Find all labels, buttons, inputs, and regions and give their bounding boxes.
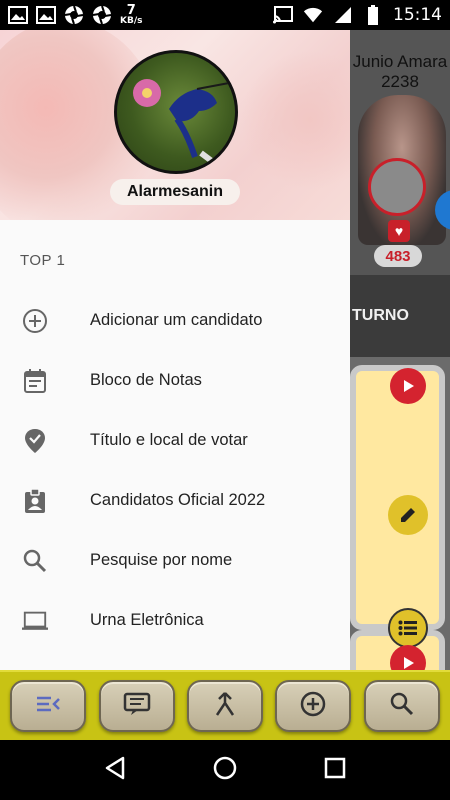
- merge-button[interactable]: [186, 680, 263, 732]
- navigation-drawer: Alarmesanin TOP 1 Adicionar um candidato…: [0, 30, 350, 670]
- drawer-menu: Adicionar um candidato Bloco de Notas Tí…: [0, 290, 350, 650]
- network-speed: 7 KB/s: [120, 4, 142, 26]
- bottom-toolbar: [0, 670, 450, 740]
- avatar[interactable]: [114, 50, 238, 174]
- laptop-icon: [22, 608, 48, 634]
- heart-icon[interactable]: ♥: [388, 220, 410, 242]
- verified-location-icon: [22, 428, 48, 454]
- candidate-card[interactable]: Junio Amara 2238 ♥ 483: [350, 30, 450, 275]
- menu-item-label: Bloco de Notas: [90, 370, 202, 389]
- play-icon[interactable]: [390, 368, 426, 404]
- candidate-number: 2238: [381, 72, 419, 91]
- status-left-icons: 7 KB/s: [8, 4, 142, 26]
- status-right-icons: 15:14: [273, 5, 442, 25]
- system-navigation-bar: [0, 740, 450, 800]
- menu-item-label: Título e local de votar: [90, 430, 248, 449]
- search-button[interactable]: [363, 680, 440, 732]
- candidate-thumbnail: [368, 158, 426, 216]
- badge-icon: [22, 488, 48, 514]
- home-button[interactable]: [205, 750, 245, 790]
- menu-item-add-candidate[interactable]: Adicionar um candidato: [0, 290, 350, 350]
- add-circle-icon: [300, 691, 326, 722]
- image-icon: [8, 5, 28, 25]
- back-button[interactable]: [95, 750, 135, 790]
- menu-item-label: Pesquise por nome: [90, 550, 233, 569]
- menu-item-label: Adicionar um candidato: [90, 310, 263, 329]
- cast-icon: [273, 5, 293, 25]
- add-circle-icon: [22, 308, 48, 334]
- menu-item-official-candidates[interactable]: Candidatos Oficial 2022: [0, 470, 350, 530]
- speed-unit: KB/s: [120, 16, 143, 26]
- status-bar: 7 KB/s 15:14: [0, 0, 450, 30]
- messages-button[interactable]: [98, 680, 175, 732]
- aperture-icon: [64, 5, 84, 25]
- calendar-icon: [22, 368, 48, 394]
- image-icon: [36, 5, 56, 25]
- menu-item-search-name[interactable]: Pesquise por nome: [0, 530, 350, 590]
- menu-item-voting-machine[interactable]: Urna Eletrônica: [0, 590, 350, 650]
- signal-icon: [333, 5, 353, 25]
- recents-button[interactable]: [315, 750, 355, 790]
- home-icon: [213, 756, 237, 785]
- edit-icon[interactable]: [388, 495, 428, 535]
- merge-icon: [213, 691, 237, 722]
- turno-tab[interactable]: TURNO: [350, 275, 450, 357]
- menu-item-label: Urna Eletrônica: [90, 610, 204, 629]
- clock: 15:14: [393, 5, 442, 25]
- search-icon: [22, 548, 48, 574]
- menu-item-notes[interactable]: Bloco de Notas: [0, 350, 350, 410]
- candidate-name-text: Junio Amara: [352, 52, 448, 71]
- back-icon: [104, 756, 126, 785]
- wifi-icon: [303, 5, 323, 25]
- menu-icon: [35, 695, 61, 718]
- section-title: TOP 1: [20, 252, 66, 269]
- battery-icon: [363, 5, 383, 25]
- add-button[interactable]: [275, 680, 352, 732]
- search-icon: [390, 692, 414, 721]
- hummingbird-icon: [133, 79, 230, 171]
- menu-item-voting-location[interactable]: Título e local de votar: [0, 410, 350, 470]
- list-icon[interactable]: [388, 608, 428, 648]
- candidate-name: Junio Amara 2238: [350, 52, 450, 92]
- aperture-icon: [92, 5, 112, 25]
- header-artwork: [240, 50, 350, 190]
- menu-item-label: Candidatos Oficial 2022: [90, 490, 266, 509]
- menu-button[interactable]: [10, 680, 87, 732]
- username: Alarmesanin: [110, 179, 240, 205]
- recents-icon: [324, 757, 346, 784]
- drawer-header: Alarmesanin: [0, 30, 350, 220]
- likes-count: 483: [374, 245, 422, 267]
- message-icon: [123, 692, 151, 721]
